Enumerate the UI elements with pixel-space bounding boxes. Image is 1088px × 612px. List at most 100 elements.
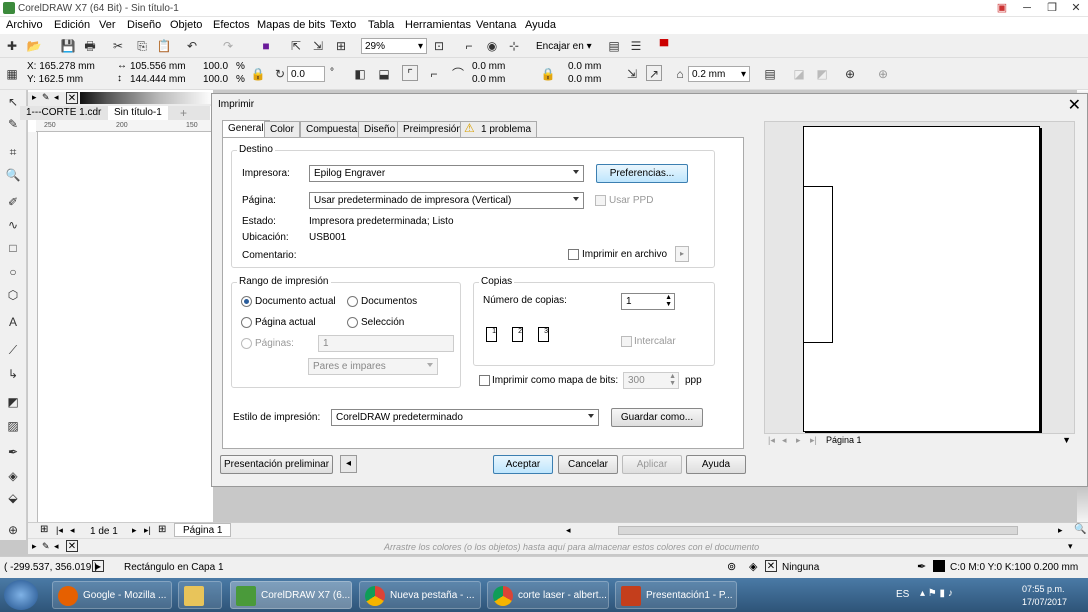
menu-texto[interactable]: Texto [330,19,356,31]
parallel-dimension-icon[interactable]: ⟋ [5,342,21,358]
curve-icon[interactable]: ↗ [646,65,662,81]
height-value[interactable]: 144.444 mm [130,74,186,85]
to-front-icon[interactable]: ◪ [791,66,807,82]
page-orientation-select[interactable]: Usar predeterminado de impresora (Vertic… [309,192,584,209]
first-page-icon[interactable]: |◂ [56,525,63,536]
gray-swatches[interactable] [80,92,213,104]
documento-actual-radio[interactable] [241,296,252,307]
y-position[interactable]: Y: 162.5 mm [27,74,83,85]
taskbar-coreldraw[interactable]: CorelDRAW X7 (6... [230,581,352,609]
menu-ver[interactable]: Ver [99,19,116,31]
options-icon[interactable]: ▤ [606,38,622,54]
add-page-end-icon[interactable]: ⊞ [158,524,166,535]
prev-color-icon[interactable]: ◂ [54,92,59,103]
relative-scaling-icon[interactable]: ⇲ [624,66,640,82]
page-tab[interactable]: Página 1 [174,523,232,537]
menu-edicion[interactable]: Edición [54,19,90,31]
color-settings-icon[interactable]: ⊚ [727,560,736,573]
intercalar-checkbox[interactable] [621,336,632,347]
prev-page-icon[interactable]: ◂ [782,435,787,446]
preview-page-label[interactable]: Página 1 [826,435,862,445]
open-icon[interactable]: 📂 [26,38,42,54]
width-value[interactable]: 105.556 mm [130,61,186,72]
add-tab-icon[interactable]: + [180,106,187,120]
printer-select[interactable]: Epilog Engraver [309,165,584,182]
tab-compuesta[interactable]: Compuesta [300,121,364,137]
cancel-button[interactable]: Cancelar [558,455,618,474]
scale-x-value[interactable]: 100.0 [203,61,228,72]
save-icon[interactable]: 💾 [60,38,76,54]
publish-pdf-icon[interactable]: ⇲ [310,38,326,54]
preset-icon[interactable]: ▦ [4,66,20,82]
mirror-h-icon[interactable]: ◧ [352,66,368,82]
shape-tool-icon[interactable]: ✎ [5,116,21,132]
tab-sin-titulo[interactable]: Sin título-1 [108,106,168,120]
usar-ppd-checkbox[interactable] [595,195,606,206]
prev-page-icon[interactable]: ◂ [70,525,75,536]
view-icon[interactable]: ◉ [484,38,500,54]
clock-date[interactable]: 17/07/2017 [1022,597,1067,607]
scallop-corner-icon[interactable]: ⌐ [426,66,442,82]
menu-archivo[interactable]: Archivo [6,19,43,31]
redo-icon[interactable]: ↷ [220,38,236,54]
cut-icon[interactable]: ✂ [110,38,126,54]
accept-button[interactable]: Aceptar [493,455,553,474]
undo-icon[interactable]: ↶ [184,38,200,54]
transparency-icon[interactable]: ▨ [5,418,21,434]
preview-toggle-icon[interactable]: ◂ [340,455,357,473]
guidelines-icon[interactable]: ⊹ [506,38,522,54]
import-icon[interactable]: ■ [258,38,274,54]
menu-tabla[interactable]: Tabla [368,19,394,31]
mirror-v-icon[interactable]: ⬓ [376,66,392,82]
copies-spinner[interactable]: 1 ▲ ▼ [621,293,675,310]
play-icon[interactable]: ▶ [92,560,104,572]
save-as-button[interactable]: Guardar como... [611,408,703,427]
prev-color-icon[interactable]: ◂ [54,541,59,552]
documentos-radio[interactable] [347,296,358,307]
next-page-icon[interactable]: ▸ [132,525,137,536]
menu-ventana[interactable]: Ventana [476,19,516,31]
next-page-icon[interactable]: ▸ [796,435,801,446]
x-position[interactable]: X: 165.278 mm [27,61,95,72]
freehand-tool-icon[interactable]: ✐ [5,194,21,210]
print-to-file-options-icon[interactable]: ▸ [675,246,689,262]
outline-width-field[interactable]: 0.2 mm ▾ [688,66,750,82]
print-preview-button[interactable]: Presentación preliminar [220,455,333,474]
play-icon[interactable]: ▸ [32,92,37,103]
taskbar-chrome-1[interactable]: Nueva pestaña - ... [359,581,481,609]
artistic-media-icon[interactable]: ∿ [5,217,21,233]
menu-herramientas[interactable]: Herramientas [405,19,471,31]
tab-corte-1[interactable]: 1---CORTE 1.cdr [26,107,101,118]
corner-tr[interactable]: 0.0 mm [568,61,601,72]
print-to-file-checkbox[interactable] [568,249,579,260]
drop-shadow-icon[interactable]: ◩ [5,394,21,410]
scroll-right-icon[interactable]: ▸ [1058,525,1063,536]
add-page-icon[interactable]: ⊞ [40,524,48,535]
add-tool-icon[interactable]: ⊕ [5,522,21,538]
bitmap-resolution-spinner[interactable]: 300 ▲ ▼ [623,372,679,389]
apply-button[interactable]: Aplicar [622,455,682,474]
smart-fill-icon[interactable]: ⬙ [5,490,21,506]
crop-tool-icon[interactable]: ⌗ [5,144,21,160]
corner-bl[interactable]: 0.0 mm [472,74,505,85]
corner-br[interactable]: 0.0 mm [568,74,601,85]
menu-mapas-de-bits[interactable]: Mapas de bits [257,19,325,31]
pick-tool-icon[interactable]: ↖ [5,94,21,110]
convert-to-curves-icon[interactable]: ⊕ [842,66,858,82]
close-window-button[interactable]: ✕ [1064,0,1088,17]
tray-icons[interactable]: ▴ ⚑ ▮ ♪ [920,588,953,599]
dropper-icon[interactable]: ✎ [42,541,50,552]
play-icon[interactable]: ▸ [32,541,37,552]
round-corner-icon[interactable]: ⌜ [402,65,418,81]
paginas-radio[interactable] [241,338,252,349]
pares-impares-select[interactable]: Pares e impares [308,358,438,375]
to-back-icon[interactable]: ◩ [814,66,830,82]
interactive-fill-icon[interactable]: ◈ [5,468,21,484]
rectangle-tool-icon[interactable]: □ [5,240,21,256]
tab-problemas[interactable]: ⚠ 1 problema [460,121,538,137]
zoom-tool-icon[interactable]: 🔍 [5,167,21,183]
taskbar-chrome-2[interactable]: corte laser - albert... [487,581,609,609]
no-color-swatch[interactable]: ✕ [66,92,78,104]
paste-icon[interactable]: 📋 [156,38,172,54]
horizontal-scrollbar-thumb[interactable] [618,526,1018,535]
